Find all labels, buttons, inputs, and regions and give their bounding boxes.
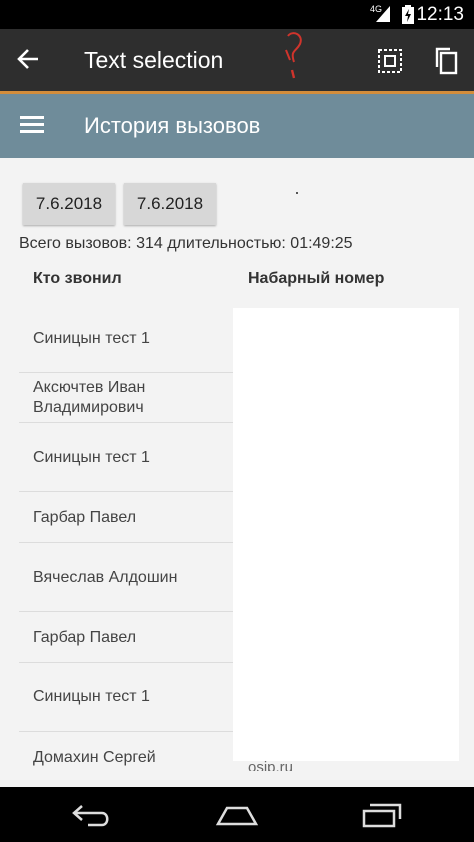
signal-icon xyxy=(376,6,390,22)
page-title: История вызовов xyxy=(84,113,261,138)
dialed-number-column xyxy=(233,308,459,761)
battery-icon xyxy=(402,5,414,24)
table-row[interactable]: Домахин Сергей xyxy=(19,732,233,786)
text-selection-action-bar: Text selection xyxy=(0,29,474,94)
table-row[interactable]: Гарбар Павел xyxy=(19,612,233,663)
caller-name: Гарбар Павел xyxy=(33,509,137,526)
table-row[interactable]: Синицын тест 1 xyxy=(19,308,233,373)
date-from-button[interactable]: 7.6.2018 xyxy=(23,183,115,225)
stray-dot xyxy=(296,192,298,194)
table-row[interactable]: Гарбар Павел xyxy=(19,492,233,543)
dialed-number-partial: osip.ru xyxy=(248,759,294,771)
table-row[interactable]: Синицын тест 1 xyxy=(19,663,233,732)
app-bar: История вызовов xyxy=(0,94,474,158)
call-summary: Всего вызовов: 314 длительностью: 01:49:… xyxy=(19,235,353,252)
status-bar: 4G 12:13 xyxy=(0,0,474,29)
column-header-dialed: Набарный номер xyxy=(248,270,385,287)
back-arrow-icon[interactable] xyxy=(16,48,40,70)
select-all-icon[interactable] xyxy=(378,49,402,73)
copy-icon[interactable] xyxy=(434,47,458,75)
caller-name: Аксючтев Иван Владимирович xyxy=(33,379,146,416)
nav-back-icon[interactable] xyxy=(70,801,112,829)
system-nav-bar xyxy=(0,787,474,842)
status-time: 12:13 xyxy=(416,4,464,25)
action-bar-title: Text selection xyxy=(84,47,224,73)
hamburger-menu-icon[interactable] xyxy=(20,116,44,134)
caller-name: Синицын тест 1 xyxy=(33,688,150,705)
nav-home-icon[interactable] xyxy=(215,805,259,827)
table-row[interactable]: Аксючтев Иван Владимирович xyxy=(19,373,233,423)
red-scribble xyxy=(285,32,302,79)
column-header-caller: Кто звонил xyxy=(33,270,122,287)
caller-name: Синицын тест 1 xyxy=(33,449,150,466)
date-to-button[interactable]: 7.6.2018 xyxy=(124,183,216,225)
caller-name: Синицын тест 1 xyxy=(33,330,150,347)
table-row[interactable]: Синицын тест 1 xyxy=(19,423,233,492)
caller-name: Вячеслав Алдошин xyxy=(33,569,178,586)
nav-recents-icon[interactable] xyxy=(362,803,404,829)
caller-name: Домахин Сергей xyxy=(33,749,156,766)
table-row[interactable]: Вячеслав Алдошин xyxy=(19,543,233,612)
caller-name: Гарбар Павел xyxy=(33,629,137,646)
